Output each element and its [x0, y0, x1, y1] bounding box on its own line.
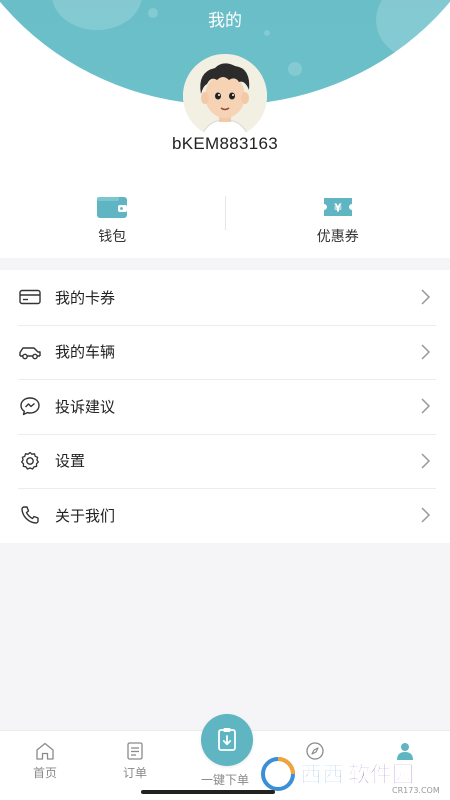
coupon-icon: ¥ — [321, 192, 355, 222]
menu-item-feedback[interactable]: 投诉建议 — [0, 379, 450, 434]
menu-item-settings[interactable]: 设置 — [0, 433, 450, 489]
phone-icon — [18, 503, 42, 527]
watermark: 西西 软件园 CR173.COM — [258, 752, 450, 796]
chevron-right-icon — [421, 344, 431, 360]
svg-text:¥: ¥ — [334, 202, 342, 215]
wallet-icon — [95, 192, 129, 222]
svg-text:CR173.COM: CR173.COM — [392, 786, 440, 795]
settings-menu: 我的卡券 我的车辆 投诉建议 设置 关于我们 — [0, 270, 450, 543]
menu-item-about[interactable]: 关于我们 — [0, 488, 450, 543]
wallet-label: 钱包 — [98, 228, 127, 244]
svg-text:西西: 西西 — [300, 763, 344, 788]
coupon-label: 优惠券 — [316, 228, 359, 244]
menu-item-label: 关于我们 — [55, 507, 116, 525]
card-icon — [18, 285, 42, 309]
chevron-right-icon — [421, 507, 431, 523]
quick-order-icon — [218, 728, 236, 751]
chevron-right-icon — [421, 398, 431, 414]
chat-bubble-icon — [18, 394, 42, 418]
avatar[interactable] — [183, 54, 267, 138]
menu-item-label: 设置 — [55, 453, 86, 471]
menu-item-vehicles[interactable]: 我的车辆 — [0, 324, 450, 380]
home-indicator — [141, 790, 275, 794]
tab-label: 订单 — [122, 766, 147, 780]
chevron-right-icon — [421, 453, 431, 469]
order-icon — [127, 742, 143, 760]
menu-item-label: 我的车辆 — [55, 344, 116, 362]
username: bKEM883163 — [171, 134, 279, 153]
wallet-button[interactable]: 钱包 — [0, 190, 225, 258]
quick-order-button[interactable] — [201, 714, 253, 766]
chevron-right-icon — [421, 289, 431, 305]
tab-home[interactable]: 首页 — [0, 731, 90, 800]
quick-actions: 钱包 ¥ 优惠券 — [0, 190, 450, 258]
home-icon — [36, 742, 54, 760]
menu-item-label: 投诉建议 — [55, 398, 116, 416]
tab-label: 首页 — [32, 766, 57, 780]
gear-icon — [18, 449, 42, 473]
coupon-button[interactable]: ¥ 优惠券 — [226, 190, 450, 258]
svg-text:软件园: 软件园 — [348, 762, 414, 788]
tab-label: 一键下单 — [200, 773, 249, 787]
menu-item-label: 我的卡券 — [55, 289, 116, 307]
car-icon — [18, 340, 42, 364]
page-title: 我的 — [208, 11, 242, 30]
profile-header: 我的 bKEM883163 — [0, 0, 450, 190]
menu-item-cards[interactable]: 我的卡券 — [0, 270, 450, 325]
